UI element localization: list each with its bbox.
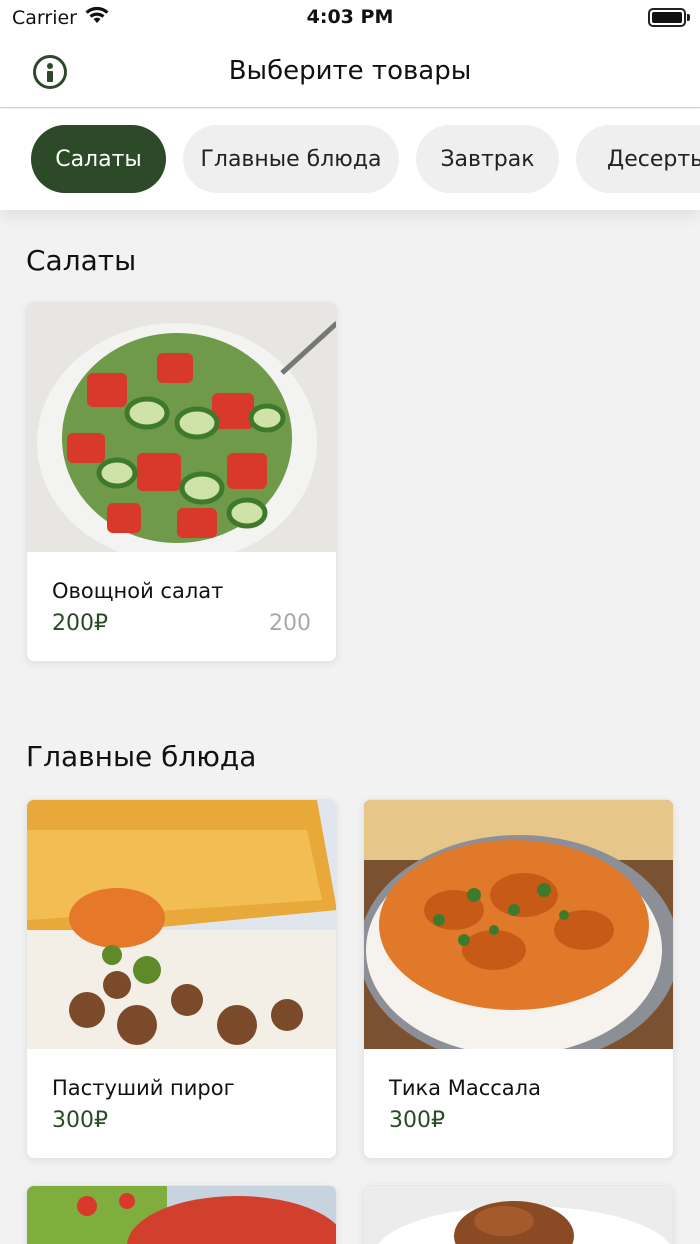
- tab-breakfast[interactable]: Завтрак: [416, 125, 559, 193]
- battery-icon: [648, 8, 690, 27]
- tab-desserts[interactable]: Десерты: [576, 125, 700, 193]
- product-card-vegetable-salad[interactable]: Овощной салат 200₽ 200: [26, 302, 337, 662]
- product-price: 200₽: [52, 611, 108, 636]
- vegetable-salad-image: [27, 303, 336, 552]
- product-card-shepherds-pie[interactable]: Пастуший пирог 300₽: [26, 799, 337, 1159]
- navigation-bar: Выберите товары: [0, 36, 700, 108]
- tab-salads[interactable]: Салаты: [31, 125, 166, 193]
- section-title-salads: Салаты: [26, 244, 137, 277]
- product-name: Овощной салат: [52, 579, 224, 603]
- status-bar: Carrier 4:03 PM: [0, 0, 700, 36]
- product-card-partial[interactable]: [363, 1185, 674, 1244]
- product-card-partial[interactable]: [26, 1185, 337, 1244]
- shepherds-pie-image: [27, 800, 336, 1049]
- section-title-main-dishes: Главные блюда: [26, 740, 257, 773]
- clock: 4:03 PM: [306, 6, 394, 28]
- product-image: [364, 1186, 673, 1244]
- product-price: 300₽: [52, 1108, 108, 1133]
- tab-main-dishes[interactable]: Главные блюда: [183, 125, 399, 193]
- product-name: Тика Массала: [389, 1076, 541, 1100]
- tikka-masala-image: [364, 800, 673, 1049]
- product-weight: 200: [269, 611, 311, 636]
- page-title: Выберите товары: [228, 56, 472, 86]
- product-name: Пастуший пирог: [52, 1076, 235, 1100]
- product-card-tikka-masala[interactable]: Тика Массала 300₽: [363, 799, 674, 1159]
- category-tabs: Салаты Главные блюда Завтрак Десерты: [0, 109, 700, 210]
- product-image: [27, 1186, 336, 1244]
- product-price: 300₽: [389, 1108, 445, 1133]
